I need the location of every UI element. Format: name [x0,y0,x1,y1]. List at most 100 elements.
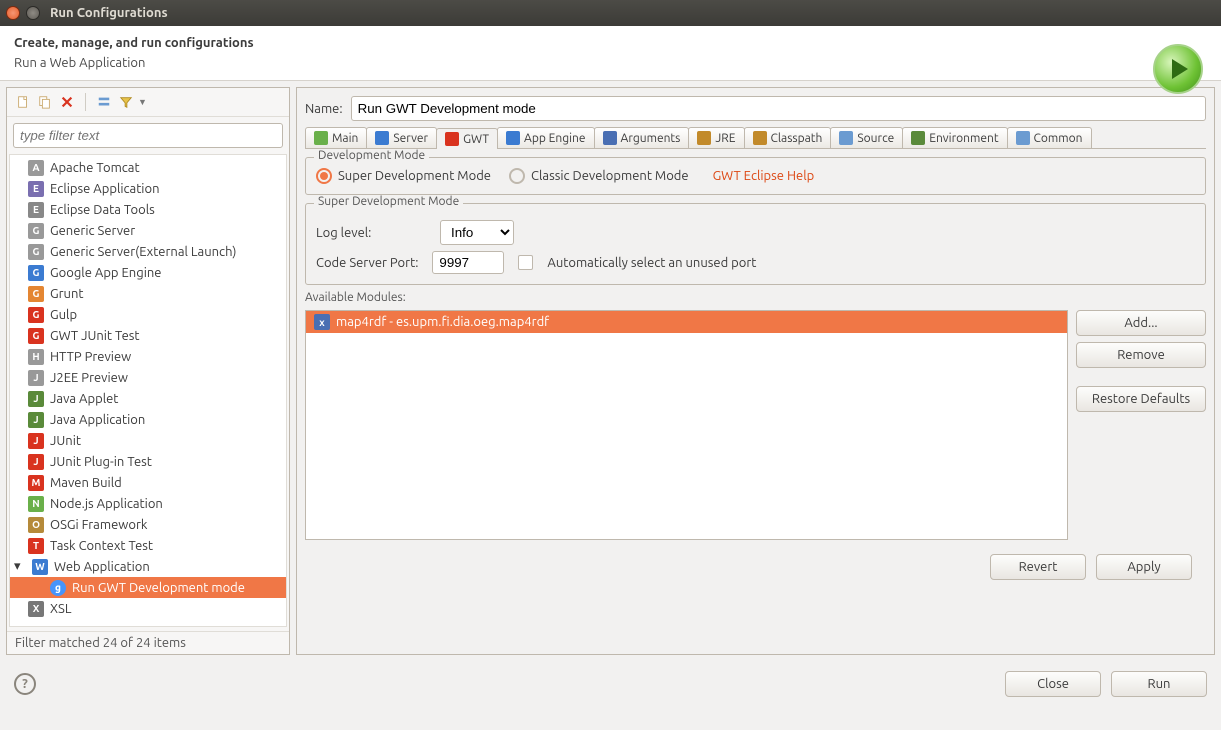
tree-item[interactable]: TTask Context Test [10,535,286,556]
titlebar: Run Configurations [0,0,1221,26]
delete-config-button[interactable] [57,92,77,112]
tree-item[interactable]: GGoogle App Engine [10,262,286,283]
auto-port-label: Automatically select an unused port [547,256,756,270]
filter-status: Filter matched 24 of 24 items [7,631,289,654]
code-server-port-label: Code Server Port: [316,256,418,270]
config-tabs: MainServerGWTApp EngineArgumentsJREClass… [305,127,1206,149]
tab-arguments[interactable]: Arguments [594,127,690,148]
classic-dev-mode-radio[interactable]: Classic Development Mode [509,168,689,184]
tab-icon [445,132,459,146]
tree-item[interactable]: JJ2EE Preview [10,367,286,388]
add-module-button[interactable]: Add... [1076,310,1206,336]
tab-server[interactable]: Server [366,127,437,148]
config-type-icon: E [28,202,44,218]
config-type-icon: J [28,391,44,407]
new-config-button[interactable] [13,92,33,112]
filter-input[interactable] [13,123,283,148]
tab-source[interactable]: Source [830,127,903,148]
config-type-icon: G [28,223,44,239]
tab-icon [375,131,389,145]
help-icon[interactable]: ? [14,673,36,695]
tree-item[interactable]: GGulp [10,304,286,325]
dialog-title: Create, manage, and run configurations [14,36,1207,50]
log-level-label: Log level: [316,226,426,240]
log-level-select[interactable]: Info [440,220,514,245]
tab-icon [697,131,711,145]
config-icon: g [50,580,66,596]
module-icon: x [314,314,330,330]
tab-icon [314,131,328,145]
config-type-icon: N [28,496,44,512]
config-type-icon: T [28,538,44,554]
code-server-port-input[interactable] [432,251,504,274]
name-input[interactable] [351,96,1206,121]
development-mode-group: Development Mode Super Development Mode … [305,157,1206,195]
dialog-header: Create, manage, and run configurations R… [0,26,1221,81]
tree-item[interactable]: JJUnit Plug-in Test [10,451,286,472]
tree-item[interactable]: MMaven Build [10,472,286,493]
config-type-icon: G [28,307,44,323]
config-type-icon: A [28,160,44,176]
config-editor: Name: MainServerGWTApp EngineArgumentsJR… [296,87,1215,655]
config-type-icon: H [28,349,44,365]
tab-common[interactable]: Common [1007,127,1092,148]
restore-defaults-button[interactable]: Restore Defaults [1076,386,1206,412]
config-type-icon: J [28,370,44,386]
tree-item[interactable]: JJava Application [10,409,286,430]
tree-item[interactable]: GGWT JUnit Test [10,325,286,346]
config-type-icon: J [28,433,44,449]
auto-port-checkbox[interactable] [518,255,533,270]
config-type-icon: O [28,517,44,533]
tab-classpath[interactable]: Classpath [744,127,832,148]
apply-button[interactable]: Apply [1096,554,1192,580]
tree-item-child[interactable]: gRun GWT Development mode [10,577,286,598]
gwt-help-link[interactable]: GWT Eclipse Help [713,169,815,183]
tree-item[interactable]: EEclipse Application [10,178,286,199]
tree-item[interactable]: OOSGi Framework [10,514,286,535]
modules-list[interactable]: x map4rdf - es.upm.fi.dia.oeg.map4rdf [305,310,1068,540]
window-close-button[interactable] [6,6,20,20]
config-type-icon: W [32,559,48,575]
remove-module-button[interactable]: Remove [1076,342,1206,368]
tab-gwt[interactable]: GWT [436,128,498,149]
window-title: Run Configurations [50,6,168,20]
tab-environment[interactable]: Environment [902,127,1007,148]
tab-app-engine[interactable]: App Engine [497,127,594,148]
module-row[interactable]: x map4rdf - es.upm.fi.dia.oeg.map4rdf [306,311,1067,333]
tab-icon [1016,131,1030,145]
tree-item[interactable]: GGrunt [10,283,286,304]
tree-item[interactable]: NNode.js Application [10,493,286,514]
expander-icon[interactable]: ▾ [14,559,24,574]
tab-icon [506,131,520,145]
super-dev-mode-radio[interactable]: Super Development Mode [316,168,491,184]
name-label: Name: [305,102,343,116]
duplicate-config-button[interactable] [35,92,55,112]
config-type-icon: J [28,412,44,428]
collapse-all-button[interactable] [94,92,114,112]
super-dev-mode-group: Super Development Mode Log level: Info C… [305,203,1206,285]
tree-item[interactable]: GGeneric Server [10,220,286,241]
config-type-icon: G [28,244,44,260]
tree-item[interactable]: XXSL [10,598,286,619]
config-type-icon: J [28,454,44,470]
tree-item[interactable]: AApache Tomcat [10,157,286,178]
tree-item[interactable]: JJUnit [10,430,286,451]
tab-jre[interactable]: JRE [688,127,744,148]
tree-item[interactable]: HHTTP Preview [10,346,286,367]
dialog-subtitle: Run a Web Application [14,56,1207,70]
tab-main[interactable]: Main [305,127,367,148]
tree-item[interactable]: JJava Applet [10,388,286,409]
config-type-icon: G [28,286,44,302]
available-modules-section: Available Modules: x map4rdf - es.upm.fi… [305,291,1206,540]
configurations-panel: ▼ AApache TomcatEEclipse ApplicationEEcl… [6,87,290,655]
tree-item[interactable]: EEclipse Data Tools [10,199,286,220]
run-button[interactable]: Run [1111,671,1207,697]
config-type-icon: G [28,328,44,344]
tree-item[interactable]: GGeneric Server(External Launch) [10,241,286,262]
filter-button[interactable] [116,92,136,112]
tree-item[interactable]: ▾WWeb Application [10,556,286,577]
window-minimize-button[interactable] [26,6,40,20]
close-button[interactable]: Close [1005,671,1101,697]
config-tree[interactable]: AApache TomcatEEclipse ApplicationEEclip… [9,154,287,627]
revert-button[interactable]: Revert [990,554,1086,580]
